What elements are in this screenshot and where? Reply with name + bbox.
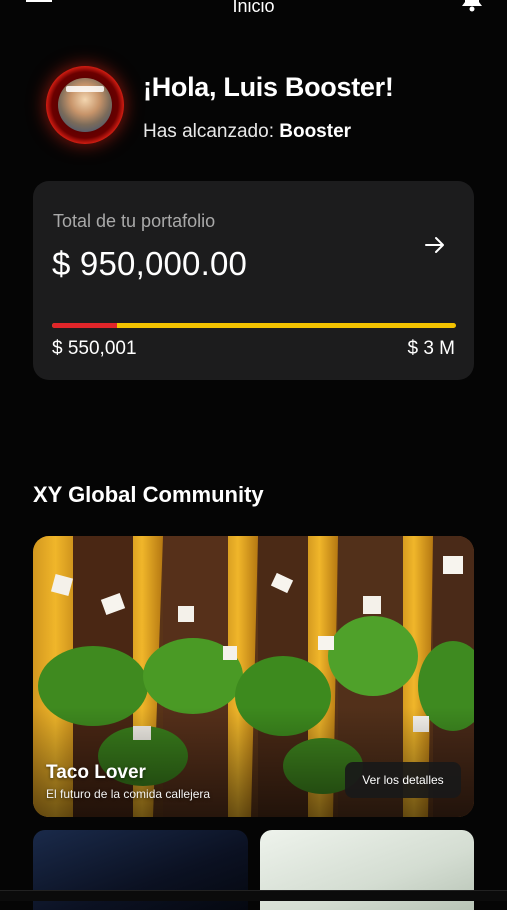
bell-icon[interactable] [459, 0, 485, 12]
arrow-right-icon[interactable] [424, 234, 446, 256]
level-prefix: Has alcanzado: [143, 121, 280, 142]
page-title: Inicio [232, 0, 275, 16]
portfolio-progress-bar [52, 323, 456, 328]
level-text: Has alcanzado: Booster [143, 121, 351, 143]
range-min: $ 550,001 [52, 338, 137, 359]
card-title: Taco Lover [46, 762, 146, 783]
portfolio-label: Total de tu portafolio [53, 211, 216, 231]
avatar-image [58, 78, 112, 132]
greeting-text: ¡Hola, Luis Booster! [143, 72, 394, 102]
level-name: Booster [279, 121, 352, 142]
card-subtitle: El futuro de la comida callejera [46, 787, 211, 801]
top-bar: Inicio [0, 0, 507, 16]
portfolio-amount: $ 950,000.00 [52, 245, 248, 282]
details-button[interactable]: Ver los detalles [345, 762, 461, 798]
portfolio-progress-fill [52, 323, 117, 328]
avatar[interactable] [46, 66, 124, 144]
section-title: XY Global Community [33, 482, 264, 507]
featured-card[interactable]: Taco Lover El futuro de la comida callej… [33, 536, 474, 817]
range-max: $ 3 M [407, 338, 455, 359]
bottom-nav-bar [0, 890, 507, 901]
portfolio-card[interactable]: Total de tu portafolio $ 950,000.00 $ 55… [33, 181, 474, 380]
